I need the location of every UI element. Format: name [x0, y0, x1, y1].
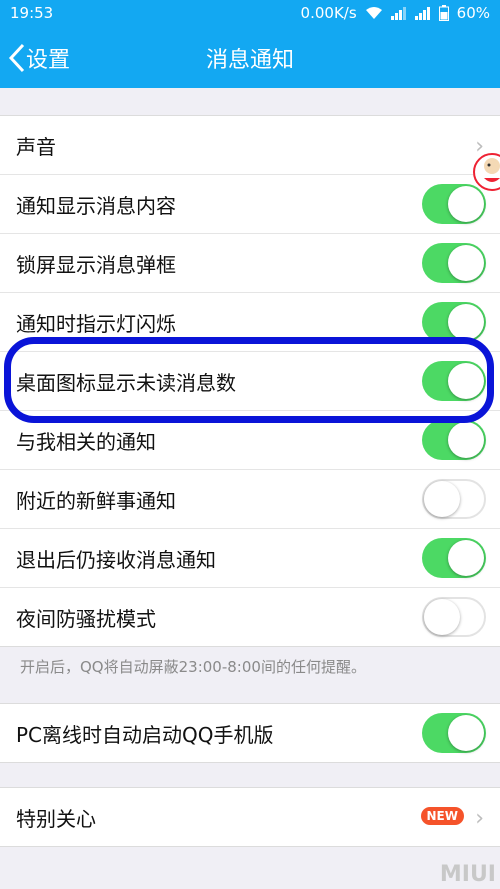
- setting-label: 通知时指示灯闪烁: [16, 311, 176, 336]
- status-right: 0.00K/s 60%: [301, 4, 490, 22]
- toggle-knob: [448, 245, 484, 281]
- watermark: MIUI: [439, 862, 496, 887]
- setting-label: 桌面图标显示未读消息数: [16, 370, 236, 395]
- setting-label: PC离线时自动启动QQ手机版: [16, 722, 274, 747]
- night-mode-note: 开启后，QQ将自动屏蔽23:00-8:00间的任何提醒。: [0, 648, 500, 684]
- setting-label: 通知显示消息内容: [16, 193, 176, 218]
- network-speed: 0.00K/s: [300, 4, 357, 22]
- setting-row-special-care[interactable]: 特别关心 NEW ›: [0, 788, 500, 846]
- toggle-knob: [448, 422, 484, 458]
- nav-bar: 设置 消息通知: [0, 28, 500, 88]
- pc-offline-group: PC离线时自动启动QQ手机版: [0, 703, 500, 763]
- setting-row-related-notify: 与我相关的通知: [0, 411, 500, 470]
- note-text: 开启后，QQ将自动屏蔽23:00-8:00间的任何提醒。: [20, 658, 366, 676]
- setting-label: 附近的新鲜事通知: [16, 488, 176, 513]
- setting-label: 特别关心: [16, 806, 96, 831]
- toggle-switch[interactable]: [422, 479, 486, 519]
- toggle-switch[interactable]: [422, 538, 486, 578]
- special-care-group: 特别关心 NEW ›: [0, 787, 500, 847]
- setting-row-show-content: 通知显示消息内容: [0, 175, 500, 234]
- toggle-switch[interactable]: [422, 713, 486, 753]
- setting-row-nearby-news: 附近的新鲜事通知: [0, 470, 500, 529]
- page-title: 消息通知: [205, 48, 294, 73]
- setting-label: 与我相关的通知: [16, 429, 156, 454]
- setting-row-night-mode: 夜间防骚扰模式: [0, 588, 500, 646]
- toggle-switch[interactable]: [422, 420, 486, 460]
- setting-label: 锁屏显示消息弹框: [16, 252, 176, 277]
- toggle-switch[interactable]: [422, 597, 486, 637]
- toggle-knob: [448, 304, 484, 340]
- setting-row-led-blink: 通知时指示灯闪烁: [0, 293, 500, 352]
- chevron-right-icon: ›: [475, 806, 484, 831]
- wifi-icon: [365, 7, 382, 19]
- setting-label: 声音: [16, 134, 56, 159]
- setting-row-unread-badge: 桌面图标显示未读消息数: [0, 352, 500, 411]
- toggle-switch[interactable]: [422, 243, 486, 283]
- toggle-knob: [448, 715, 484, 751]
- toggle-switch[interactable]: [422, 302, 486, 342]
- signal-icon: [390, 7, 406, 20]
- setting-row-lockscreen-popup: 锁屏显示消息弹框: [0, 234, 500, 293]
- setting-label: 退出后仍接收消息通知: [16, 547, 216, 572]
- toggle-knob: [424, 599, 460, 635]
- toggle-knob: [448, 363, 484, 399]
- status-bar: 19:53 0.00K/s 60%: [0, 0, 500, 28]
- toggle-knob: [448, 540, 484, 576]
- setting-row-pc-offline: PC离线时自动启动QQ手机版: [0, 704, 500, 762]
- notification-settings-group: 声音 › 通知显示消息内容 锁屏显示消息弹框 通知时指示灯闪烁 桌面图标显示未读…: [0, 115, 500, 647]
- status-time: 19:53: [10, 4, 54, 22]
- setting-row-sound[interactable]: 声音 ›: [0, 116, 500, 175]
- battery-icon: [438, 5, 449, 21]
- toggle-knob: [424, 481, 460, 517]
- floating-mascot-icon[interactable]: [470, 150, 500, 194]
- battery-level: 60%: [456, 4, 490, 22]
- setting-row-after-logout: 退出后仍接收消息通知: [0, 529, 500, 588]
- new-badge: NEW: [420, 807, 464, 825]
- signal-icon-2: [414, 7, 430, 20]
- setting-label: 夜间防骚扰模式: [16, 606, 156, 631]
- toggle-switch[interactable]: [422, 361, 486, 401]
